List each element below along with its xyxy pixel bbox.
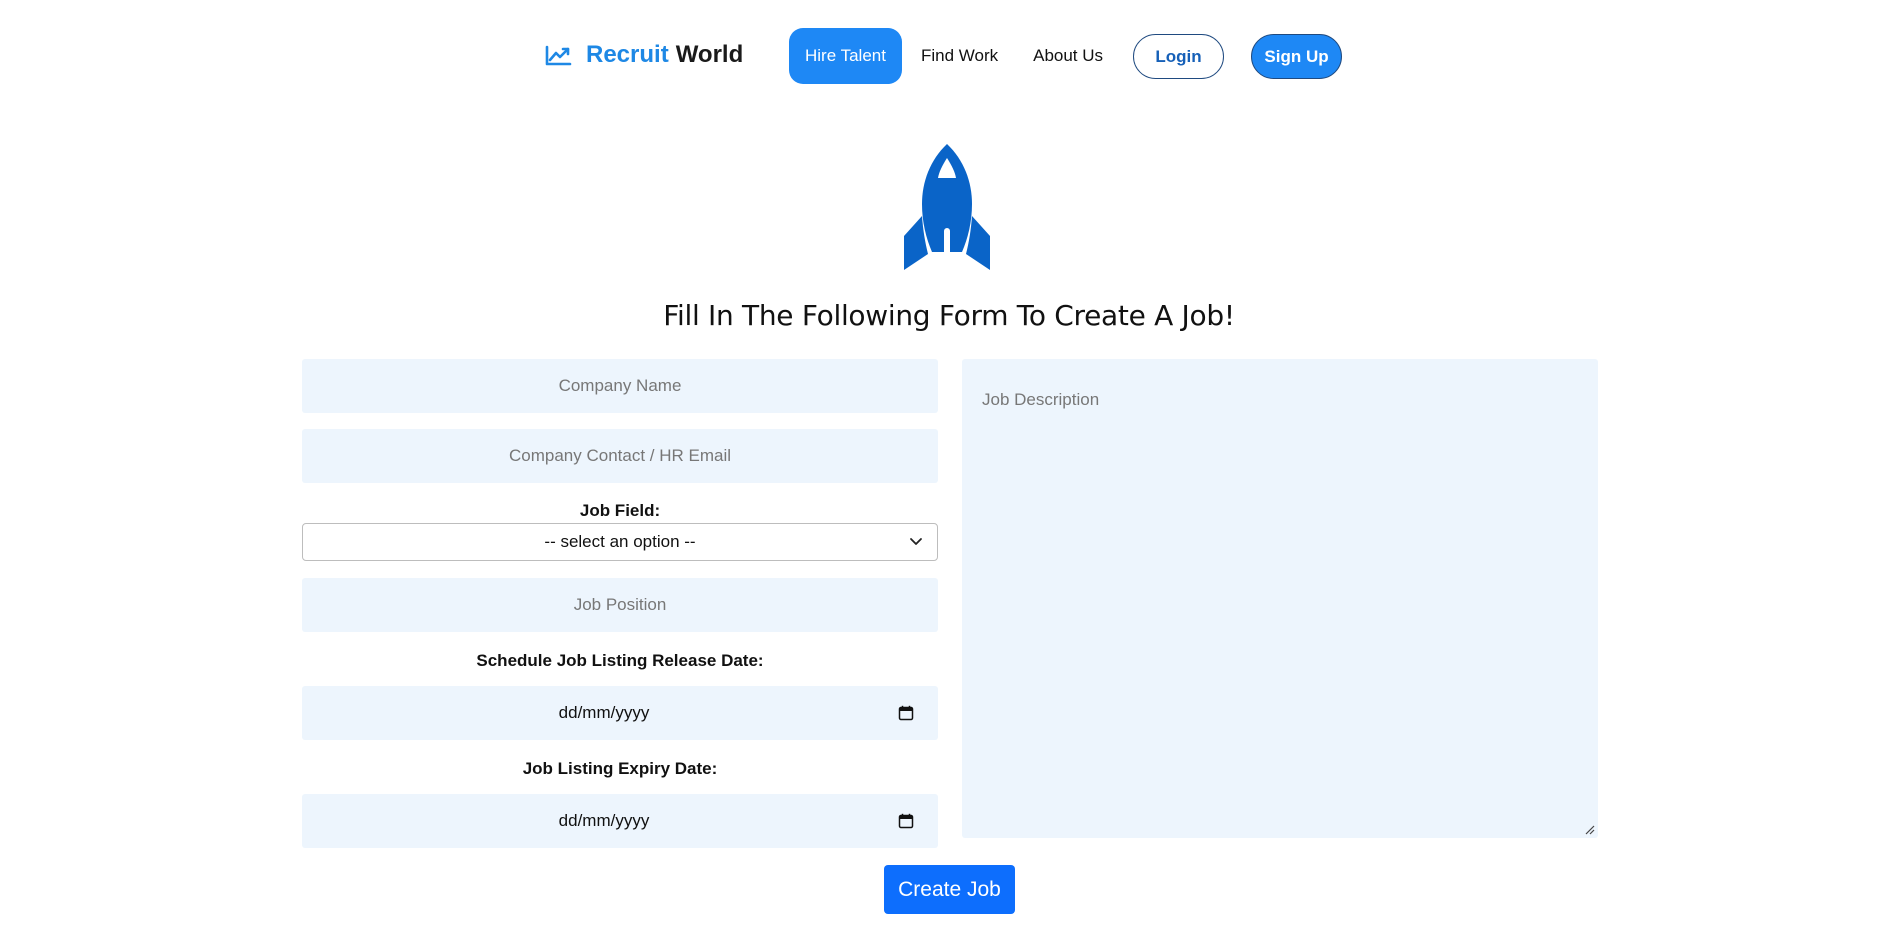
- nav-find-work[interactable]: Find Work: [905, 28, 1014, 84]
- expiry-date-value: dd/mm/yyyy: [558, 811, 650, 830]
- nav-hire-talent[interactable]: Hire Talent: [789, 28, 902, 84]
- page: Recruit World Hire Talent Find Work Abou…: [0, 0, 1898, 940]
- page-title: Fill In The Following Form To Create A J…: [663, 299, 1235, 332]
- job-field-selected-value: -- select an option --: [544, 532, 696, 551]
- nav-links: Hire Talent Find Work About Us: [789, 27, 1119, 85]
- expiry-date-input[interactable]: dd/mm/yyyy: [302, 794, 938, 848]
- resize-handle-icon[interactable]: [1584, 824, 1595, 835]
- trending-up-icon: [545, 45, 572, 66]
- navbar: Recruit World Hire Talent Find Work Abou…: [0, 27, 1898, 85]
- brand-logo[interactable]: Recruit World: [544, 41, 743, 69]
- chevron-down-icon: [910, 538, 922, 545]
- rocket-icon: [904, 144, 990, 270]
- release-date-input[interactable]: dd/mm/yyyy: [302, 686, 938, 740]
- release-date-value: dd/mm/yyyy: [558, 703, 650, 722]
- calendar-icon[interactable]: [898, 705, 914, 721]
- release-date-label: Schedule Job Listing Release Date:: [476, 651, 764, 670]
- company-email-input[interactable]: Company Contact / HR Email: [302, 429, 938, 483]
- create-job-button[interactable]: Create Job: [884, 865, 1015, 914]
- job-position-input[interactable]: Job Position: [302, 578, 938, 632]
- signup-button[interactable]: Sign Up: [1251, 34, 1342, 79]
- job-field-select[interactable]: -- select an option --: [302, 523, 938, 561]
- calendar-icon[interactable]: [898, 813, 914, 829]
- expiry-date-label: Job Listing Expiry Date:: [522, 759, 718, 778]
- brand-name-first: Recruit: [586, 41, 669, 68]
- company-name-input[interactable]: Company Name: [302, 359, 938, 413]
- job-field-label: Job Field:: [579, 501, 661, 520]
- login-button[interactable]: Login: [1133, 34, 1224, 79]
- job-description-textarea[interactable]: Job Description: [962, 359, 1598, 838]
- brand-name-second: World: [675, 41, 744, 68]
- nav-about-us[interactable]: About Us: [1017, 28, 1119, 84]
- job-description-placeholder: Job Description: [982, 390, 1100, 409]
